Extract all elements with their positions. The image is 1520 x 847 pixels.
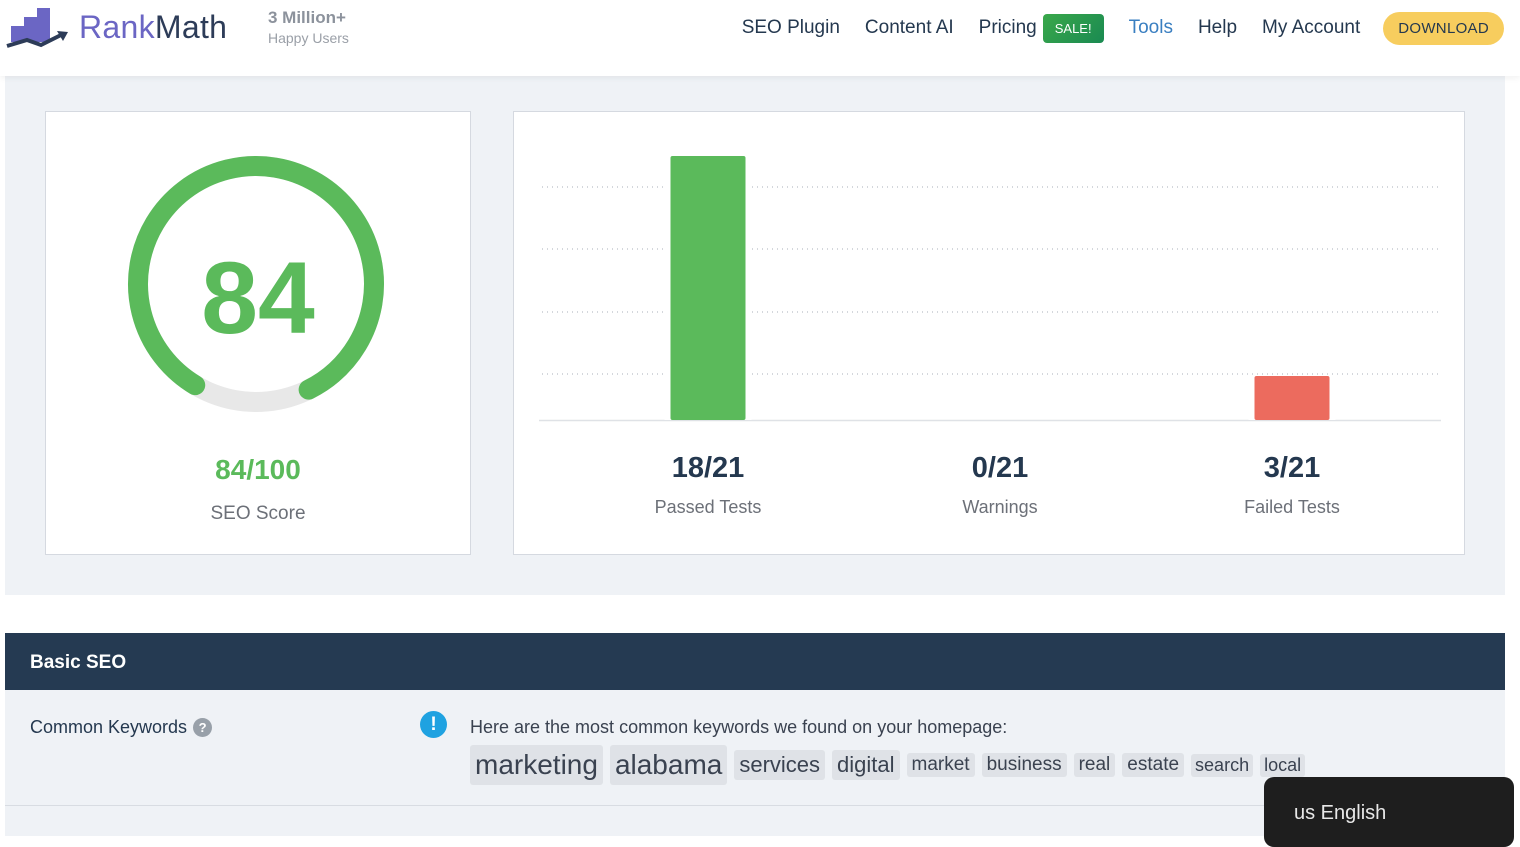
common-keywords-description: Here are the most common keywords we fou… bbox=[470, 717, 1008, 737]
stat-passed: 18/21 Passed Tests bbox=[608, 452, 808, 518]
tests-chart-card: 18/21 Passed Tests 0/21 Warnings 3/21 Fa… bbox=[513, 111, 1465, 555]
score-value: 84 bbox=[201, 241, 315, 355]
keyword-tag: search bbox=[1191, 753, 1254, 777]
brand-math: Math bbox=[154, 8, 228, 45]
nav-tools[interactable]: Tools bbox=[1129, 17, 1173, 39]
bar-failed-tests bbox=[1254, 376, 1330, 420]
keyword-tag: market bbox=[906, 753, 975, 777]
nav-content-ai[interactable]: Content AI bbox=[865, 17, 954, 39]
stat-warnings-label: Warnings bbox=[962, 497, 1038, 517]
keyword-cloud: marketing alabama services digital market bus… bbox=[470, 745, 1312, 785]
basic-seo-header: Basic SEO bbox=[5, 633, 1505, 690]
results-panel: 84 84/100 SEO Score 18/21 Passed Tests 0… bbox=[5, 76, 1505, 595]
nav-my-account[interactable]: My Account bbox=[1262, 17, 1360, 39]
keyword-tag: real bbox=[1073, 753, 1116, 777]
keyword-tag: local bbox=[1260, 753, 1306, 777]
score-label: SEO Score bbox=[210, 503, 306, 524]
common-keywords-label-wrap: Common Keywords ? bbox=[30, 717, 213, 738]
bar-passed-tests bbox=[670, 156, 746, 420]
main-nav: SEO Plugin Content AI Pricing SALE! Tool… bbox=[717, 11, 1504, 45]
common-keywords-label: Common Keywords bbox=[30, 717, 188, 737]
rankmath-logo[interactable]: RankMath bbox=[5, 6, 227, 48]
tagline-happy-users: Happy Users bbox=[268, 30, 349, 46]
tagline: 3 Million+ Happy Users bbox=[268, 8, 349, 46]
stat-passed-label: Passed Tests bbox=[654, 497, 762, 517]
nav-help[interactable]: Help bbox=[1198, 17, 1237, 39]
tagline-users-count: 3 Million+ bbox=[268, 8, 346, 27]
keyword-tag: services bbox=[734, 750, 826, 780]
language-label: us English bbox=[1294, 802, 1387, 824]
brand-rank: Rank bbox=[79, 8, 155, 45]
nav-seo-plugin[interactable]: SEO Plugin bbox=[742, 17, 840, 39]
stat-passed-value: 18/21 bbox=[671, 452, 745, 484]
download-button[interactable]: DOWNLOAD bbox=[1383, 11, 1504, 45]
chart-logo-icon bbox=[6, 8, 68, 48]
score-fraction: 84/100 bbox=[215, 454, 301, 485]
stat-failed-label: Failed Tests bbox=[1244, 497, 1340, 517]
help-icon[interactable]: ? bbox=[193, 718, 213, 737]
sale-badge[interactable]: SALE! bbox=[1042, 13, 1104, 43]
nav-pricing[interactable]: Pricing bbox=[979, 17, 1037, 39]
stat-failed: 3/21 Failed Tests bbox=[1192, 452, 1392, 518]
keyword-tag: alabama bbox=[609, 745, 728, 785]
keyword-tag: digital bbox=[832, 750, 900, 780]
info-icon: ! bbox=[420, 711, 447, 738]
brand-name: RankMath bbox=[79, 9, 227, 46]
language-popup[interactable]: us English bbox=[1264, 777, 1514, 847]
stat-warnings-value: 0/21 bbox=[971, 452, 1029, 484]
site-header: RankMath 3 Million+ Happy Users SEO Plug… bbox=[0, 0, 1520, 76]
tests-bar-chart bbox=[539, 156, 1441, 422]
stat-failed-value: 3/21 bbox=[1263, 452, 1321, 484]
stat-warnings: 0/21 Warnings bbox=[900, 452, 1100, 518]
keyword-tag: business bbox=[981, 753, 1067, 777]
keyword-tag: estate bbox=[1122, 753, 1185, 777]
keyword-tag: marketing bbox=[470, 745, 603, 785]
seo-score-card: 84 84/100 SEO Score bbox=[45, 111, 471, 555]
